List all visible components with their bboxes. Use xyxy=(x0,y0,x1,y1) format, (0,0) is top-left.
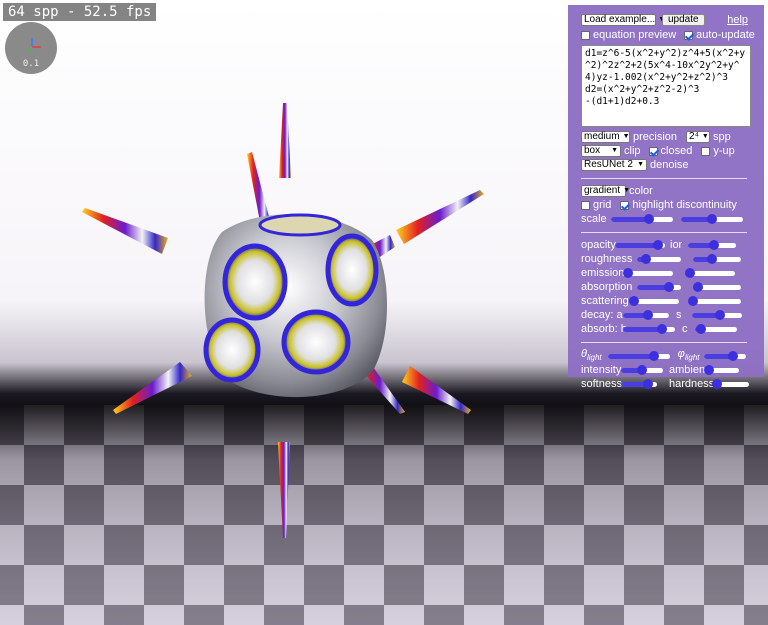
absorb-c-label: c xyxy=(682,323,688,335)
ior-slider[interactable] xyxy=(688,240,736,250)
chevron-down-icon: ▼ xyxy=(611,147,618,154)
theta-light-label: θlight xyxy=(581,348,602,363)
emission-slider[interactable] xyxy=(623,268,673,278)
ambient-label: ambient xyxy=(669,364,709,376)
roughness-slider[interactable] xyxy=(637,254,681,264)
roughness-slider-2[interactable] xyxy=(693,254,741,264)
update-button[interactable]: update xyxy=(662,14,705,26)
auto-update-checkbox[interactable] xyxy=(684,30,694,40)
grid-label: grid xyxy=(593,199,612,211)
decay-s-label: s xyxy=(676,309,682,321)
ior-label: ior xyxy=(670,239,683,251)
scattering-slider-2[interactable] xyxy=(687,296,741,306)
equation-preview-label: equation preview xyxy=(593,29,677,41)
absorb-c-slider[interactable] xyxy=(695,324,737,334)
divider xyxy=(581,342,747,343)
denoise-select[interactable]: ResUNet 2 ▼ xyxy=(581,159,647,171)
intensity-slider[interactable] xyxy=(621,365,663,375)
closed-label: closed xyxy=(660,145,693,157)
hardness-slider[interactable] xyxy=(711,379,749,389)
precision-label: precision xyxy=(633,131,678,143)
denoise-label: denoise xyxy=(650,159,689,171)
opacity-slider[interactable] xyxy=(615,240,665,250)
precision-select[interactable]: medium ▼ xyxy=(581,131,630,143)
absorption-label: absorption xyxy=(581,281,633,293)
y-up-checkbox[interactable] xyxy=(701,146,711,156)
equation-line: -(d1+1)d2+0.3 xyxy=(585,96,660,107)
chevron-down-icon: ▼ xyxy=(637,161,644,168)
y-up-label: y-up xyxy=(713,145,735,157)
chevron-down-icon: ▼ xyxy=(701,133,709,140)
equation-preview-checkbox[interactable] xyxy=(581,30,590,40)
fps-counter: 64 spp - 52.5 fps xyxy=(3,3,157,21)
help-link[interactable]: help xyxy=(727,14,748,26)
hardness-label: hardness xyxy=(669,378,715,390)
phi-light-label: φlight xyxy=(677,348,700,363)
equation-line: d2=(x^2+y^2+z^2-2)^3 xyxy=(585,84,700,95)
absorption-slider-2[interactable] xyxy=(692,282,741,292)
highlight-discontinuity-label: highlight discontinuity xyxy=(632,199,737,211)
equation-editor[interactable]: d1=z^6-5(x^2+y^2)z^4+5(x^2+y ^2)^2z^2+2(5… xyxy=(581,45,751,127)
intensity-label: intensity xyxy=(581,364,622,376)
softness-label: softness xyxy=(581,378,622,390)
decay-s-slider[interactable] xyxy=(692,310,742,320)
theta-light-slider[interactable] xyxy=(607,350,670,361)
equation-line: 4)yz-1.002(x^2+y^2+z^2)^3 xyxy=(585,72,728,83)
ambient-slider[interactable] xyxy=(703,365,739,375)
color-select[interactable]: gradient ▼ xyxy=(581,185,630,197)
spp-label: spp xyxy=(713,131,731,143)
equation-line: ^2)^2z^2+2(5x^4-10x^2y^2+y^ xyxy=(585,60,740,71)
opacity-label: opacity xyxy=(581,239,616,251)
scattering-label: scattering xyxy=(581,295,629,307)
scattering-slider[interactable] xyxy=(629,296,679,306)
roughness-label: roughness xyxy=(581,253,633,265)
spp-select[interactable]: 2⁴ ▼ xyxy=(686,131,711,143)
absorb-h-slider[interactable] xyxy=(623,324,675,334)
emission-slider-2[interactable] xyxy=(685,268,735,278)
phi-light-slider[interactable] xyxy=(703,350,746,361)
gizmo-scale-label: 0.1 xyxy=(22,59,40,69)
color-label: color xyxy=(629,185,653,197)
divider xyxy=(581,232,747,233)
emission-label: emission xyxy=(581,267,625,279)
divider xyxy=(581,178,747,179)
grid-checkbox[interactable] xyxy=(581,200,590,210)
equation-line: d1=z^6-5(x^2+y^2)z^4+5(x^2+y xyxy=(585,48,746,59)
scale-slider[interactable] xyxy=(610,214,673,224)
closed-checkbox[interactable] xyxy=(648,146,658,156)
axis-gizmo[interactable]: 0.1 xyxy=(5,22,57,74)
scale-slider-2[interactable] xyxy=(680,214,743,224)
scale-label: scale xyxy=(581,213,607,225)
control-panel: Load example...▼ update help equation pr… xyxy=(568,5,764,390)
highlight-discontinuity-checkbox[interactable] xyxy=(620,200,630,210)
decay-a-slider[interactable] xyxy=(623,310,669,320)
clip-label: clip xyxy=(624,145,641,157)
clip-select[interactable]: box ▼ xyxy=(581,145,621,157)
isosurface-object xyxy=(203,213,387,398)
absorption-slider[interactable] xyxy=(637,282,681,292)
decay-a-label: decay: a xyxy=(581,309,623,321)
chevron-down-icon: ▼ xyxy=(622,133,630,140)
auto-update-label: auto-update xyxy=(696,29,755,41)
example-select[interactable]: Load example...▼ xyxy=(581,14,665,26)
absorb-h-label: absorb: h xyxy=(581,323,627,335)
softness-slider[interactable] xyxy=(621,379,657,389)
